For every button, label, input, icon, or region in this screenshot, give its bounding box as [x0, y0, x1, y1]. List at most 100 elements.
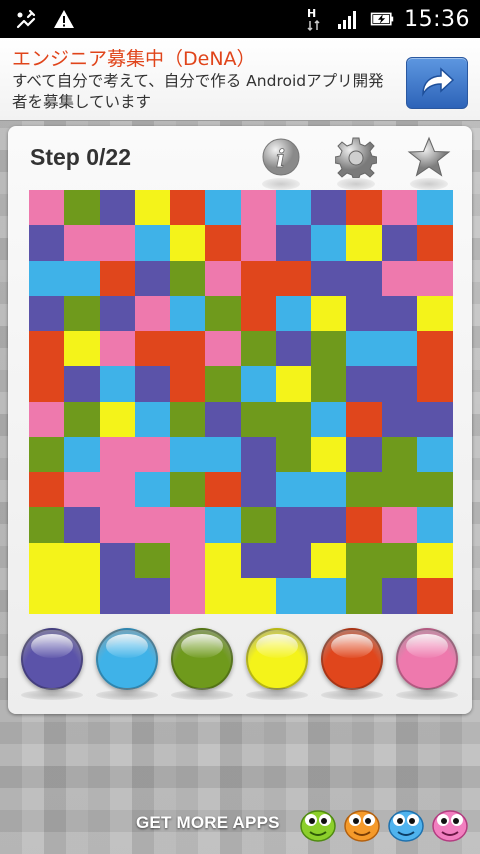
board-cell	[99, 331, 136, 367]
green-monster-icon[interactable]	[298, 800, 338, 844]
board-cell	[381, 401, 418, 438]
board-cell	[381, 331, 418, 367]
color-button-reflection	[21, 690, 83, 700]
board-cell	[64, 577, 101, 614]
board-cell	[346, 401, 383, 438]
board-cell	[134, 472, 171, 508]
ad-banner[interactable]: エンジニア募集中（DeNA） すべて自分で考えて、自分で作る Androidアプ…	[0, 38, 480, 121]
board-cell	[29, 401, 65, 438]
board-cell	[170, 436, 206, 473]
favorite-button[interactable]	[406, 134, 452, 190]
board-cell	[416, 190, 453, 226]
color-button-reflection	[321, 690, 383, 700]
board-cell	[29, 225, 65, 262]
board-cell	[416, 507, 453, 544]
board-cell	[381, 472, 418, 508]
board-cell	[170, 577, 206, 614]
board-cell	[381, 295, 418, 332]
step-counter: Step 0/22	[30, 144, 131, 170]
board-cell	[346, 577, 383, 614]
board-cell	[99, 295, 136, 332]
board-cell	[170, 295, 206, 332]
board-cell	[311, 577, 347, 614]
board-cell	[99, 436, 136, 473]
color-button-pink[interactable]	[396, 628, 458, 690]
board-cell	[134, 225, 171, 262]
game-panel: Step 0/22 i	[8, 126, 472, 714]
blue-monster-icon[interactable]	[386, 800, 426, 844]
board-cell	[416, 577, 453, 614]
color-button-green[interactable]	[171, 628, 233, 690]
board-cell	[205, 366, 242, 403]
board-cell	[240, 366, 277, 403]
info-button[interactable]: i	[258, 134, 304, 190]
board-cell	[205, 260, 242, 297]
board-cell	[275, 190, 312, 226]
color-button-yellow[interactable]	[246, 628, 308, 690]
color-button-purple[interactable]	[21, 628, 83, 690]
board-cell	[29, 577, 65, 614]
warning-icon	[52, 7, 76, 31]
board-cell	[170, 472, 206, 508]
board-cell	[205, 577, 242, 614]
board-cell	[134, 260, 171, 297]
board-cell	[381, 577, 418, 614]
board-cell	[29, 507, 65, 544]
board-cell	[64, 436, 101, 473]
board-cell	[311, 295, 347, 332]
board-cell	[240, 190, 277, 226]
settings-button[interactable]	[333, 134, 379, 190]
ad-title: エンジニア募集中（DeNA）	[12, 48, 256, 70]
board-cell	[346, 295, 383, 332]
board-cell	[64, 472, 101, 508]
board-cell	[416, 366, 453, 403]
board-cell	[275, 472, 312, 508]
board-cell	[134, 190, 171, 226]
color-palette	[8, 628, 472, 700]
board-cell	[416, 472, 453, 508]
board-cell	[99, 577, 136, 614]
board-cell	[381, 542, 418, 579]
board-cell	[346, 542, 383, 579]
board-cell	[311, 472, 347, 508]
color-button-reflection	[246, 690, 308, 700]
board-cell	[381, 225, 418, 262]
board-cell	[99, 190, 136, 226]
star-reflection	[410, 178, 448, 190]
color-grid-board	[29, 190, 453, 614]
gear-icon	[335, 137, 377, 178]
board-cell	[381, 366, 418, 403]
board-cell	[240, 401, 277, 438]
board-cell	[240, 225, 277, 262]
board-cell	[416, 542, 453, 579]
board-cell	[134, 366, 171, 403]
board-cell	[205, 225, 242, 262]
orange-monster-icon[interactable]	[342, 800, 382, 844]
clock: 15:36	[404, 6, 470, 32]
board-cell	[64, 542, 101, 579]
board-cell	[29, 436, 65, 473]
board-cell	[311, 190, 347, 226]
color-button-orange[interactable]	[321, 628, 383, 690]
board-cell	[205, 331, 242, 367]
get-more-apps-link[interactable]: GET MORE APPS	[136, 813, 280, 833]
board-cell	[240, 507, 277, 544]
board-cell	[170, 542, 206, 579]
board-cell	[99, 472, 136, 508]
board-cell	[134, 401, 171, 438]
board-cell	[311, 542, 347, 579]
board-cell	[275, 577, 312, 614]
board-cell	[346, 472, 383, 508]
board-cell	[346, 190, 383, 226]
star-icon	[407, 136, 451, 177]
ad-open-button[interactable]	[406, 57, 468, 109]
board-cell	[134, 542, 171, 579]
color-button-reflection	[396, 690, 458, 700]
pink-monster-icon[interactable]	[430, 800, 470, 844]
board-cell	[275, 331, 312, 367]
gear-reflection	[337, 178, 375, 190]
board-cell	[134, 331, 171, 367]
color-button-reflection	[96, 690, 158, 700]
board-cell	[416, 260, 453, 297]
color-button-blue[interactable]	[96, 628, 158, 690]
